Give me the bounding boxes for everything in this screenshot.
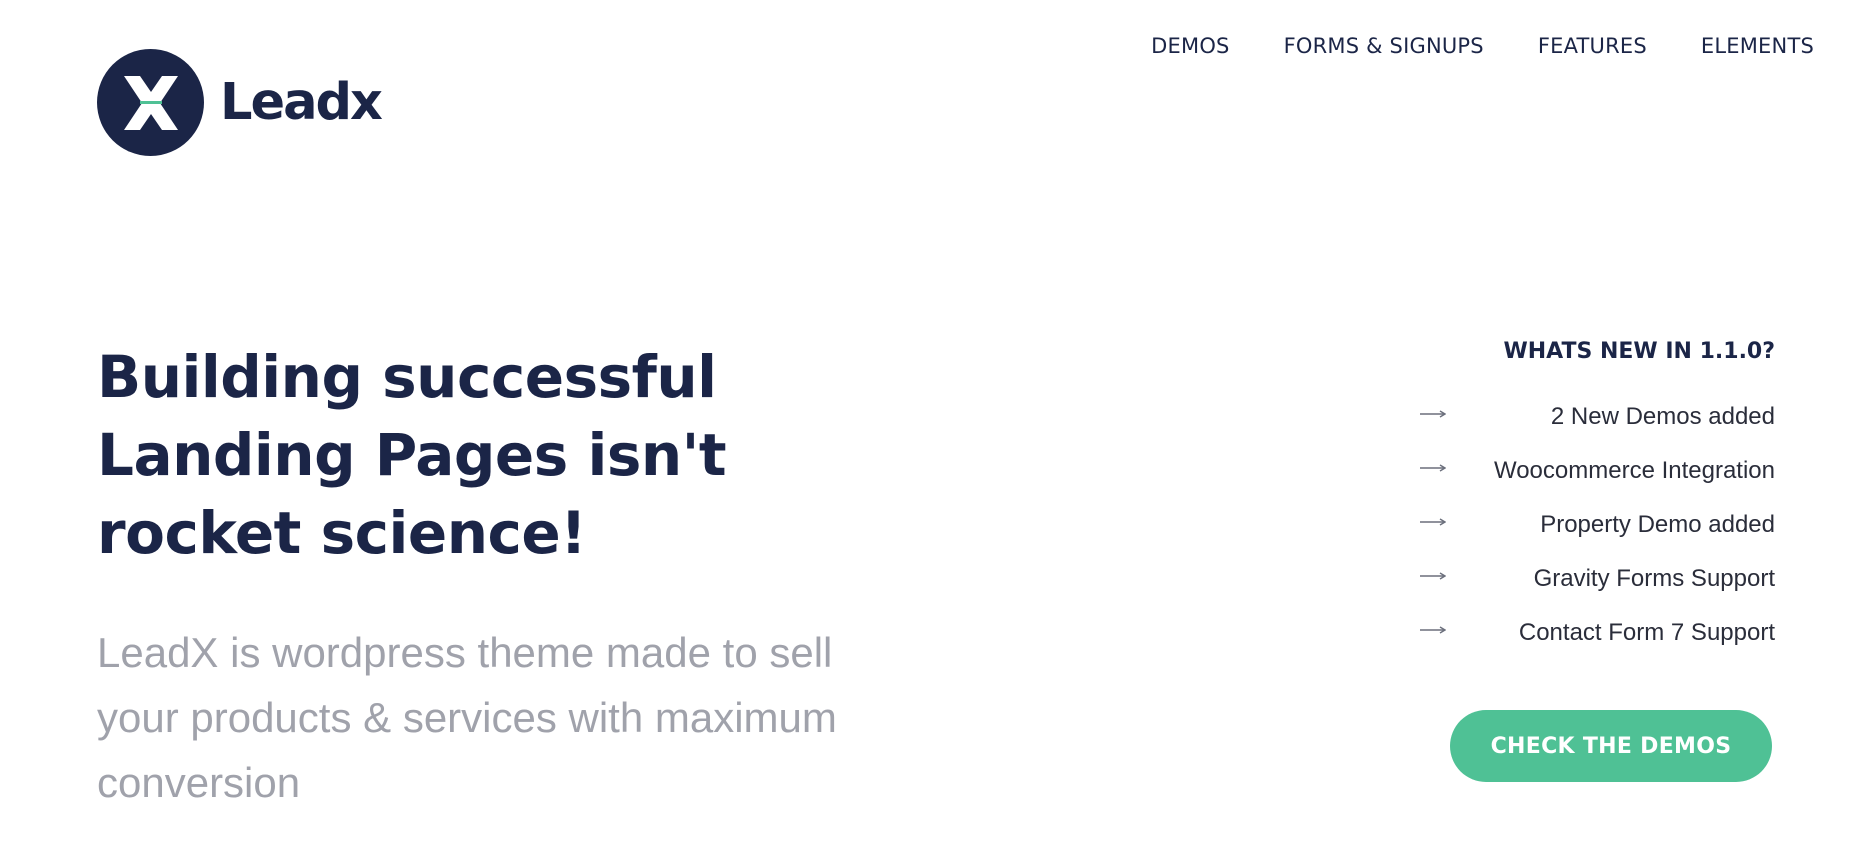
long-arrow-right-icon — [1420, 464, 1448, 472]
whats-new-heading: WHATS NEW IN 1.1.0? — [1503, 339, 1775, 364]
site-logo[interactable]: Leadx — [97, 49, 383, 156]
long-arrow-right-icon — [1420, 626, 1448, 634]
list-item: Gravity Forms Support — [1420, 552, 1775, 606]
nav-item-demos[interactable]: DEMOS — [1151, 34, 1229, 58]
list-item: Property Demo added — [1420, 498, 1775, 552]
logo-x-glyph — [123, 75, 178, 130]
list-item: Contact Form 7 Support — [1420, 606, 1775, 660]
whats-new-item-label: Property Demo added — [1540, 511, 1775, 538]
landing-page: Leadx DEMOS FORMS & SIGNUPS FEATURES ELE… — [0, 0, 1867, 847]
list-item: Woocommerce Integration — [1420, 444, 1775, 498]
whats-new-item-label: 2 New Demos added — [1550, 403, 1775, 430]
hero-subtitle-line: conversion — [97, 759, 301, 806]
whats-new-panel: WHATS NEW IN 1.1.0? 2 New Demos added Wo… — [1420, 335, 1775, 660]
whats-new-item-label: Woocommerce Integration — [1493, 457, 1775, 484]
long-arrow-right-icon — [1420, 518, 1448, 526]
nav-item-forms-signups[interactable]: FORMS & SIGNUPS — [1284, 34, 1484, 58]
whats-new-list: 2 New Demos added Woocommerce Integratio… — [1420, 390, 1775, 660]
whats-new-item-label: Contact Form 7 Support — [1518, 619, 1775, 646]
hero-title: Building successful Landing Pages isn't … — [97, 338, 857, 572]
hero-subtitle-line: LeadX is wordpress theme made to sell — [97, 629, 833, 676]
whats-new-item-label: Gravity Forms Support — [1533, 565, 1775, 592]
list-item: 2 New Demos added — [1420, 390, 1775, 444]
long-arrow-right-icon — [1420, 410, 1448, 418]
logo-x-icon — [97, 49, 204, 156]
hero-title-line: Landing Pages isn't — [97, 421, 727, 489]
check-the-demos-button[interactable]: CHECK THE DEMOS — [1450, 710, 1772, 782]
main-nav: DEMOS FORMS & SIGNUPS FEATURES ELEMENTS — [1151, 34, 1814, 58]
long-arrow-right-icon — [1420, 572, 1448, 580]
hero-subtitle-line: your products & services with maximum — [97, 694, 837, 741]
logo-wordmark: Leadx — [220, 73, 383, 132]
hero-title-line: Building successful — [97, 343, 717, 411]
hero-title-line: rocket science! — [97, 499, 587, 567]
nav-item-elements[interactable]: ELEMENTS — [1701, 34, 1814, 58]
hero-subtitle: LeadX is wordpress theme made to sell yo… — [97, 620, 897, 815]
nav-item-features[interactable]: FEATURES — [1538, 34, 1647, 58]
